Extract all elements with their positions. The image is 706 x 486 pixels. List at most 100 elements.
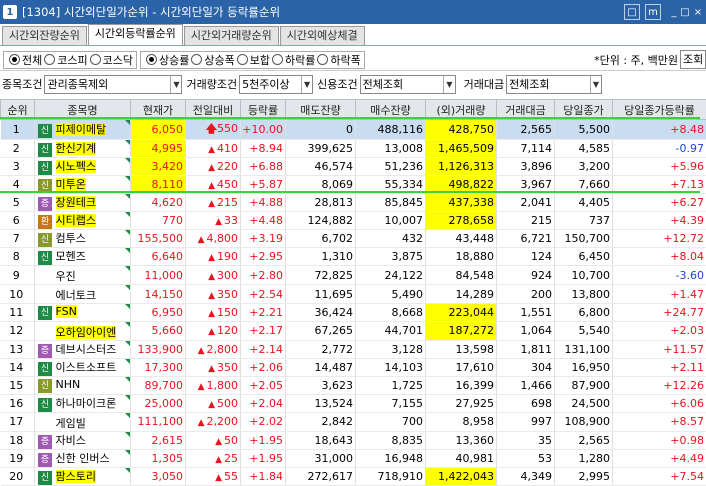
cell-name[interactable]: 증 데브시스터즈 — [35, 340, 131, 358]
link-icon[interactable]: □ — [624, 4, 640, 20]
table-row[interactable]: 17 게임빌111,100▲2,200+2.022,8427008,958997… — [1, 412, 706, 431]
cell-amount: 924 — [497, 266, 555, 285]
cell-ask: 72,825 — [286, 266, 356, 285]
stock-badge: 신 — [38, 233, 52, 247]
cell-close-rate: +8.48 — [613, 120, 706, 140]
cell-change: ▲2,800 — [186, 340, 241, 358]
query-button[interactable]: 조회 — [680, 50, 706, 69]
table-row[interactable]: 6환 시티랩스770▲33+4.48124,88210,007278,65821… — [1, 212, 706, 230]
cell-name[interactable]: 신 피제이메탈 — [35, 120, 131, 140]
table-row[interactable]: 16신 하나마이크론25,000▲500+2.0413,5247,15527,9… — [1, 394, 706, 412]
radio-label: 보합 — [250, 52, 270, 68]
cell-bid: 44,701 — [356, 321, 426, 340]
cell-name[interactable]: 증 신한 인버스 — [35, 449, 131, 467]
radio-kospi[interactable] — [44, 54, 55, 65]
stock-badge: 신 — [38, 398, 52, 412]
up-triangle-icon: ▲ — [198, 382, 205, 392]
radio-fall-rate[interactable] — [272, 54, 283, 65]
close-button[interactable]: × — [690, 4, 706, 20]
cell-name[interactable]: 신 한신기계 — [35, 140, 131, 158]
cell-bid: 3,875 — [356, 248, 426, 266]
stock-badge: 신 — [38, 143, 52, 157]
cell-ask: 3,623 — [286, 376, 356, 394]
table-row[interactable]: 18증 자비스2,615▲50+1.9518,6438,83513,360352… — [1, 431, 706, 449]
cell-rate: +2.06 — [241, 358, 286, 376]
radio-rise-rate[interactable] — [146, 54, 157, 65]
cell-price: 25,000 — [131, 394, 186, 412]
cell-close-rate: -0.97 — [613, 140, 706, 158]
cell-price: 14,150 — [131, 285, 186, 304]
cell-name[interactable]: 증 자비스 — [35, 431, 131, 449]
table-row[interactable]: 5증 장원테크4,620▲215+4.8828,81385,845437,338… — [1, 194, 706, 212]
change-value: 120 — [217, 324, 238, 337]
tab-overtime-volume[interactable]: 시간외거래량순위 — [184, 26, 279, 45]
table-row[interactable]: 15신 NHN89,700▲1,800+2.053,6231,72516,399… — [1, 376, 706, 394]
cell-volume: 1,422,043 — [426, 467, 497, 485]
change-value: 350 — [217, 288, 238, 301]
table-row[interactable]: 19증 신한 인버스1,305▲25+1.9531,00016,94840,98… — [1, 449, 706, 467]
cell-name[interactable]: 에너토크 — [35, 285, 131, 304]
cell-name[interactable]: 신 시노펙스 — [35, 158, 131, 176]
cell-name[interactable]: 신 팜스토리 — [35, 467, 131, 485]
cell-rate: +2.05 — [241, 376, 286, 394]
cell-rank: 10 — [1, 285, 35, 304]
table-row[interactable]: 10 에너토크14,150▲350+2.5411,6955,49014,2892… — [1, 285, 706, 304]
radio-kosdaq[interactable] — [90, 54, 101, 65]
corner-mark — [125, 395, 130, 400]
cell-rate: +2.54 — [241, 285, 286, 304]
table-row[interactable]: 14신 이스트소프트17,300▲350+2.0614,48714,10317,… — [1, 358, 706, 376]
cell-price: 1,305 — [131, 449, 186, 467]
cell-rank: 13 — [1, 340, 35, 358]
cell-name[interactable]: 증 장원테크 — [35, 194, 131, 212]
cell-ask: 31,000 — [286, 449, 356, 467]
table-row[interactable]: 8신 모헨즈6,640▲190+2.951,3103,87518,8801246… — [1, 248, 706, 266]
cell-name[interactable]: 게임빌 — [35, 412, 131, 431]
tab-overtime-expected[interactable]: 시간외예상체결 — [280, 26, 365, 45]
cell-price: 4,995 — [131, 140, 186, 158]
radio-fall-amount[interactable] — [317, 54, 328, 65]
menu-icon[interactable]: m — [645, 4, 661, 20]
cell-name[interactable]: 신 FSN — [35, 304, 131, 322]
tab-overtime-rate[interactable]: 시간외등락률순위 — [88, 24, 183, 45]
radio-rise-amount[interactable] — [191, 54, 202, 65]
table-row[interactable]: 12 오하임아이엔5,660▲120+2.1767,26544,701187,2… — [1, 321, 706, 340]
table-row[interactable]: 3신 시노펙스3,420▲220+6.8846,57451,2361,126,3… — [1, 158, 706, 176]
cell-change: ▲1,800 — [186, 376, 241, 394]
upper-limit-arrow-icon: 🡅 — [206, 122, 217, 135]
radio-flat[interactable] — [237, 54, 248, 65]
amount-condition-select[interactable]: 전체조회▼ — [506, 75, 602, 94]
cell-close: 10,700 — [555, 266, 613, 285]
cell-name[interactable]: 신 하나마이크론 — [35, 394, 131, 412]
cell-name[interactable]: 오하임아이엔 — [35, 321, 131, 340]
table-row[interactable]: 13증 데브시스터즈133,900▲2,800+2.142,7723,12813… — [1, 340, 706, 358]
volume-condition-select[interactable]: 5천주이상▼ — [239, 75, 313, 94]
cell-name[interactable]: 환 시티랩스 — [35, 212, 131, 230]
table-row[interactable]: 11신 FSN6,950▲150+2.2136,4248,668223,0441… — [1, 304, 706, 322]
cell-change: ▲120 — [186, 321, 241, 340]
change-value: 220 — [217, 160, 238, 173]
cell-amount: 1,466 — [497, 376, 555, 394]
stock-condition-select[interactable]: 관리종목제외▼ — [44, 75, 182, 94]
cell-price: 6,950 — [131, 304, 186, 322]
table-row[interactable]: 9 우진11,000▲300+2.8072,82524,12284,548924… — [1, 266, 706, 285]
cell-change: ▲33 — [186, 212, 241, 230]
stock-name: 오하임아이엔 — [56, 326, 117, 339]
credit-condition-select[interactable]: 전체조회▼ — [360, 75, 456, 94]
window-number-badge: 1 — [3, 5, 17, 19]
table-row[interactable]: 2신 한신기계4,995▲410+8.94399,62513,0081,465,… — [1, 140, 706, 158]
table-row[interactable]: 7신 컴투스155,500▲4,800+3.196,70243243,4486,… — [1, 230, 706, 248]
radio-label: 상승폭 — [204, 52, 234, 68]
cell-volume: 187,272 — [426, 321, 497, 340]
cell-name[interactable]: 신 컴투스 — [35, 230, 131, 248]
cell-change: ▲300 — [186, 266, 241, 285]
cell-name[interactable]: 우진 — [35, 266, 131, 285]
tab-overtime-balance[interactable]: 시간외잔량순위 — [2, 26, 87, 45]
cell-name[interactable]: 신 모헨즈 — [35, 248, 131, 266]
table-row[interactable]: 20신 팜스토리3,050▲55+1.84272,617718,9101,422… — [1, 467, 706, 485]
cell-name[interactable]: 신 이스트소프트 — [35, 358, 131, 376]
cell-name[interactable]: 신 NHN — [35, 376, 131, 394]
cell-bid: 8,835 — [356, 431, 426, 449]
table-row[interactable]: 1신 피제이메탈6,050🡅550+10.000488,116428,7502,… — [1, 120, 706, 140]
radio-all[interactable] — [9, 54, 20, 65]
cell-amount: 997 — [497, 412, 555, 431]
